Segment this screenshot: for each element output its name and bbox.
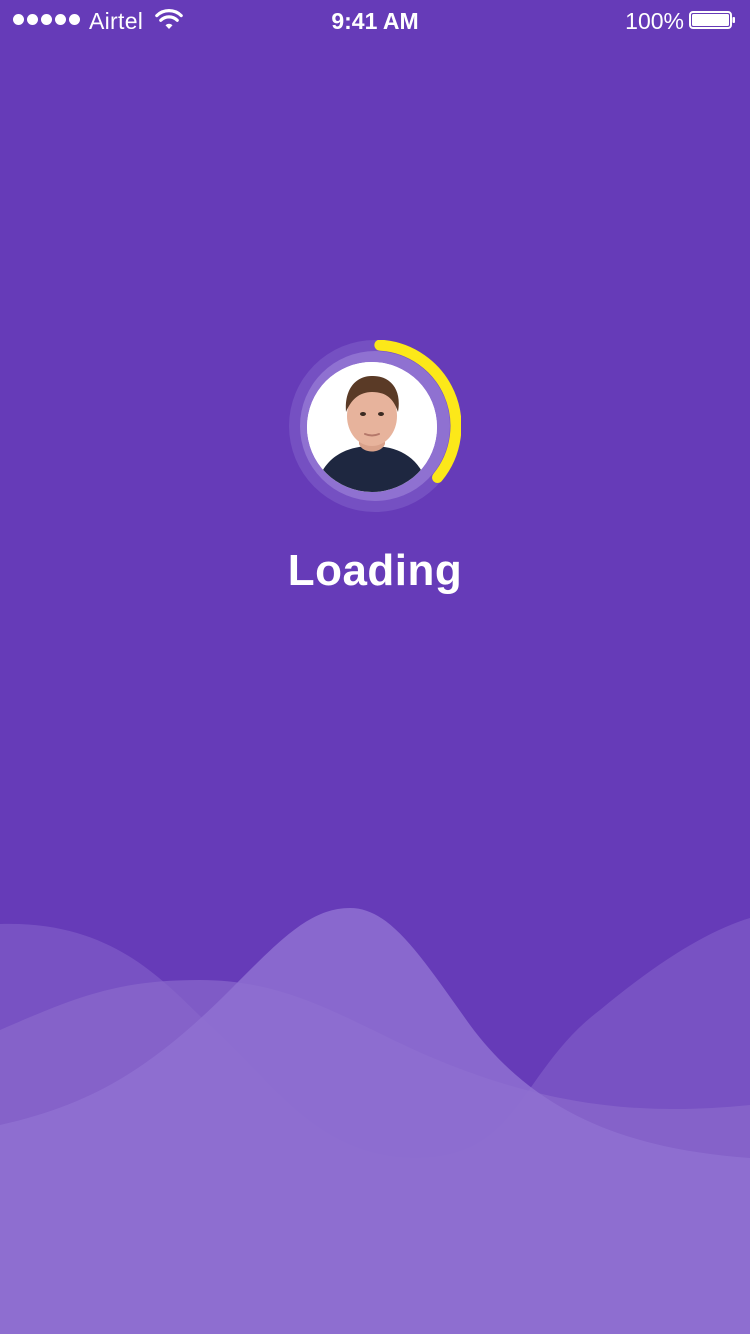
status-bar: Airtel 9:41 AM 100% bbox=[0, 0, 750, 40]
profile-loader bbox=[289, 340, 461, 512]
loading-label: Loading bbox=[287, 546, 463, 595]
progress-arc bbox=[374, 340, 461, 483]
battery-icon bbox=[689, 11, 735, 29]
decorative-waves bbox=[0, 908, 750, 1334]
battery-percentage: 100% bbox=[625, 8, 684, 34]
loading-screen: Airtel 9:41 AM 100% Loading bbox=[0, 0, 750, 1334]
